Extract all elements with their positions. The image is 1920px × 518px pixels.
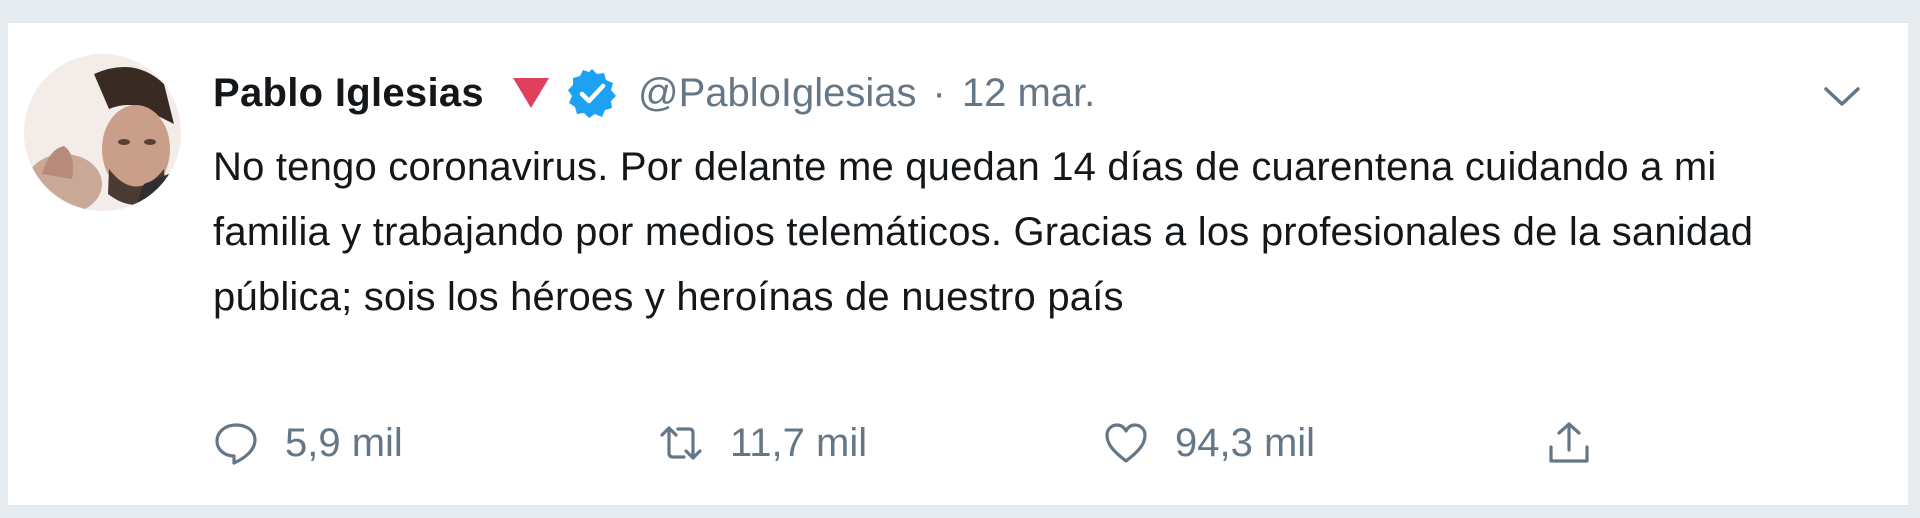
verified-badge-icon [566, 67, 618, 119]
share-icon [1549, 422, 1589, 463]
tweet-card[interactable]: Pablo Iglesias @PabloIglesias · 12 mar. … [8, 22, 1908, 506]
avatar-image [24, 54, 181, 211]
retweet-icon [660, 426, 702, 460]
timeline-background: Pablo Iglesias @PabloIglesias · 12 mar. … [0, 0, 1920, 518]
author-handle[interactable]: @PabloIglesias [638, 71, 917, 116]
red-triangle-rose-icon [510, 72, 552, 114]
share-button[interactable] [1546, 413, 1592, 473]
tweet-text: No tengo coronavirus. Por delante me que… [213, 145, 1754, 319]
retweet-count: 11,7 mil [730, 420, 868, 465]
tweet-header: Pablo Iglesias @PabloIglesias · 12 mar. [213, 63, 1095, 123]
reply-icon [215, 423, 257, 465]
separator-dot: · [932, 70, 946, 115]
retweet-button[interactable]: 11,7 mil [658, 413, 867, 473]
tweet-date[interactable]: 12 mar. [962, 71, 1095, 116]
reply-count: 5,9 mil [285, 420, 403, 465]
heart-icon [1105, 423, 1147, 463]
avatar[interactable] [24, 54, 181, 211]
like-count: 94,3 mil [1175, 420, 1316, 465]
like-button[interactable]: 94,3 mil [1103, 413, 1315, 473]
chevron-down-icon[interactable] [1820, 75, 1864, 119]
tweet-actions: 5,9 mil 11,7 mil 94,3 mil [213, 413, 1633, 473]
author-name[interactable]: Pablo Iglesias [213, 71, 484, 116]
reply-button[interactable]: 5,9 mil [213, 413, 403, 473]
